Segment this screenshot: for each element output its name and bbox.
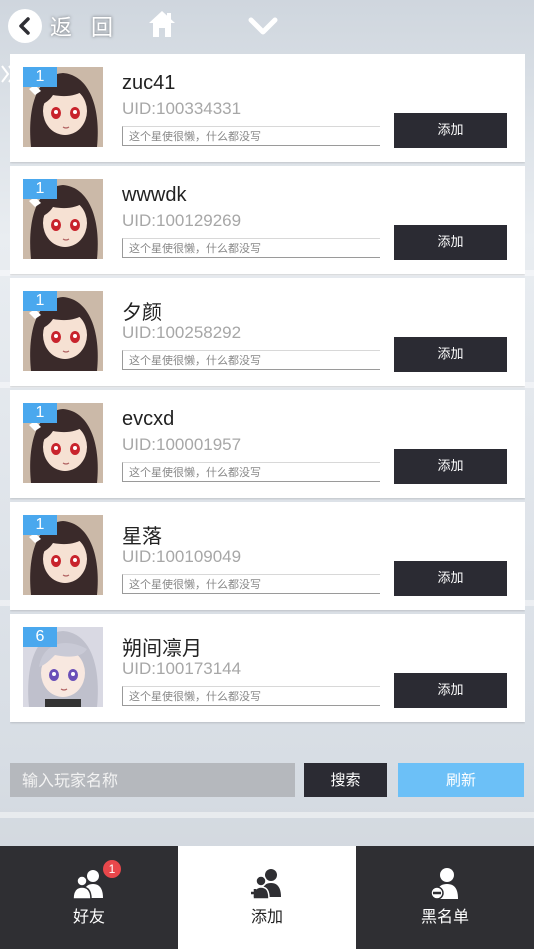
player-card: 1 夕颜 UID:100258292 这个星使很懒，什么都没写 添加	[10, 278, 525, 386]
tab-blacklist-label: 黑名单	[420, 907, 469, 926]
player-name-search-input[interactable]	[10, 763, 295, 797]
player-uid: UID:100109049	[122, 547, 242, 566]
level-badge: 1	[23, 291, 57, 311]
back-button[interactable]: 返 回	[8, 8, 119, 44]
add-friend-icon	[251, 869, 281, 900]
player-name: zuc41	[122, 72, 176, 94]
chevron-down-icon	[248, 17, 278, 35]
player-signature: 这个星使很懒，什么都没写	[122, 462, 380, 482]
level-badge: 1	[23, 67, 57, 87]
player-card: 1 evcxd UID:100001957 这个星使很懒，什么都没写 添加	[10, 390, 525, 498]
player-uid: UID:100129269	[122, 211, 242, 230]
player-avatar[interactable]: 1	[23, 515, 103, 595]
back-label: 返 回	[50, 16, 119, 41]
add-friend-button[interactable]: 添加	[394, 337, 507, 372]
player-list[interactable]: 1 zuc41 UID:100334331 这个星使很懒，什么都没写 添加 1 wwwdk U…	[10, 54, 525, 740]
player-name: wwwdk	[122, 184, 187, 206]
player-card: 6 朔间凛月 UID:100173144 这个星使很懒，什么都没写 添加	[10, 614, 525, 722]
player-card: 1 wwwdk UID:100129269 这个星使很懒，什么都没写 添加	[10, 166, 525, 274]
blacklist-icon	[430, 868, 458, 900]
add-friend-button[interactable]: 添加	[394, 225, 507, 260]
player-name: 夕颜	[122, 302, 162, 324]
home-icon	[149, 11, 175, 37]
player-uid: UID:100173144	[122, 659, 242, 678]
player-name: evcxd	[122, 408, 175, 430]
player-avatar[interactable]: 1	[23, 67, 103, 147]
player-card: 1 星落 UID:100109049 这个星使很懒，什么都没写 添加	[10, 502, 525, 610]
player-uid: UID:100258292	[122, 323, 242, 342]
notification-badge: 1	[103, 860, 121, 878]
player-signature: 这个星使很懒，什么都没写	[122, 350, 380, 370]
add-friend-button[interactable]: 添加	[394, 449, 507, 484]
top-bar: 返 回	[0, 0, 534, 52]
player-avatar[interactable]: 1	[23, 179, 103, 259]
player-avatar[interactable]: 1	[23, 403, 103, 483]
tab-blacklist[interactable]: 黑名单	[356, 846, 534, 949]
home-button[interactable]	[146, 8, 178, 40]
player-name: 星落	[122, 526, 162, 548]
bottom-navigation: 1 好友 添加 黑名单	[0, 846, 534, 949]
friends-icon	[72, 870, 103, 900]
level-badge: 1	[23, 403, 57, 423]
level-badge: 6	[23, 627, 57, 647]
player-avatar[interactable]: 1	[23, 291, 103, 371]
add-friend-button[interactable]: 添加	[394, 113, 507, 148]
player-card: 1 zuc41 UID:100334331 这个星使很懒，什么都没写 添加	[10, 54, 525, 162]
player-uid: UID:100334331	[122, 99, 242, 118]
back-arrow-icon	[8, 9, 42, 43]
tab-add[interactable]: 添加	[178, 846, 356, 949]
add-friend-button[interactable]: 添加	[394, 673, 507, 708]
tab-add-label: 添加	[250, 907, 283, 926]
add-friend-button[interactable]: 添加	[394, 561, 507, 596]
player-signature: 这个星使很懒，什么都没写	[122, 574, 380, 594]
player-uid: UID:100001957	[122, 435, 242, 454]
player-signature: 这个星使很懒，什么都没写	[122, 686, 380, 706]
player-signature: 这个星使很懒，什么都没写	[122, 126, 380, 146]
player-signature: 这个星使很懒，什么都没写	[122, 238, 380, 258]
player-name: 朔间凛月	[122, 638, 202, 660]
tab-friends[interactable]: 1 好友	[0, 846, 178, 949]
tab-friends-label: 好友	[72, 907, 105, 926]
player-avatar[interactable]: 6	[23, 627, 103, 707]
level-badge: 1	[23, 179, 57, 199]
refresh-button[interactable]: 刷新	[398, 763, 524, 797]
level-badge: 1	[23, 515, 57, 535]
search-button[interactable]: 搜索	[304, 763, 387, 797]
collapse-button[interactable]	[246, 12, 280, 40]
